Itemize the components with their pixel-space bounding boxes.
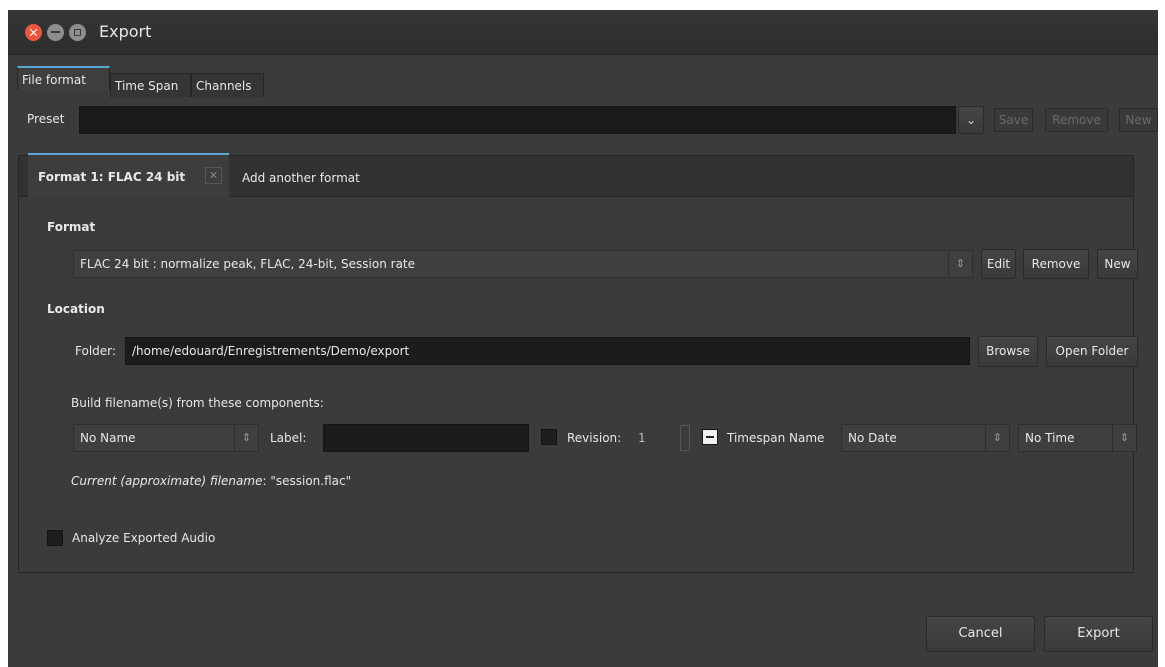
revision-value[interactable]: 1 (638, 431, 645, 445)
format-remove-button[interactable]: Remove (1023, 249, 1089, 279)
revision-spinner-icon[interactable] (680, 425, 690, 451)
folder-label: Folder: (75, 344, 116, 358)
revision-label: Revision: (567, 431, 622, 445)
tab-format-1[interactable]: Format 1: FLAC 24 bit ✕ (28, 153, 229, 197)
close-format-tab-icon[interactable]: ✕ (205, 167, 222, 184)
timespan-name-checkbox[interactable] (702, 429, 718, 445)
format-new-button[interactable]: New (1097, 249, 1138, 279)
current-filename-prefix: Current (approximate) filename (71, 474, 263, 488)
preset-new-button[interactable]: New (1119, 108, 1158, 132)
folder-path-input[interactable]: /home/edouard/Enregistrements/Demo/expor… (125, 337, 970, 365)
tab-add-another-format[interactable]: Add another format (242, 171, 360, 185)
preset-remove-button[interactable]: Remove (1045, 108, 1108, 132)
minimize-window-icon[interactable] (47, 24, 64, 41)
analyze-exported-audio-label: Analyze Exported Audio (72, 531, 216, 545)
select-chevron-icon: ⇕ (234, 425, 258, 451)
window-title: Export (99, 22, 152, 41)
preset-dropdown-chevron-icon[interactable]: ⌄ (958, 106, 984, 134)
title-bar: Export (8, 10, 1158, 55)
preset-save-button[interactable]: Save (994, 108, 1033, 132)
revision-checkbox[interactable] (541, 429, 557, 445)
select-chevron-icon: ⇕ (1112, 425, 1136, 451)
format-heading: Format (47, 220, 96, 234)
maximize-window-icon[interactable] (69, 24, 86, 41)
format-tab-label: Format 1: FLAC 24 bit (38, 170, 186, 184)
browse-button[interactable]: Browse (978, 336, 1038, 367)
format-select[interactable]: FLAC 24 bit : normalize peak, FLAC, 24-b… (73, 250, 973, 278)
timespan-name-label: Timespan Name (727, 431, 825, 445)
select-chevron-icon: ⇕ (948, 251, 972, 277)
current-filename-text: Current (approximate) filename: "session… (71, 474, 351, 488)
tab-channels[interactable]: Channels (191, 73, 264, 97)
name-component-select[interactable]: No Name ⇕ (73, 424, 259, 452)
time-format-value: No Time (1025, 431, 1075, 445)
date-format-select[interactable]: No Date ⇕ (841, 424, 1010, 452)
name-component-value: No Name (80, 431, 136, 445)
time-format-select[interactable]: No Time ⇕ (1018, 424, 1137, 452)
preset-input[interactable] (79, 106, 956, 134)
preset-label: Preset (27, 112, 65, 126)
export-button[interactable]: Export (1044, 616, 1153, 652)
tab-time-span[interactable]: Time Span (110, 73, 191, 97)
open-folder-button[interactable]: Open Folder (1046, 336, 1138, 367)
location-heading: Location (47, 302, 105, 316)
date-format-value: No Date (848, 431, 897, 445)
label-input[interactable] (323, 424, 529, 452)
build-filename-label: Build filename(s) from these components: (71, 396, 324, 410)
tab-file-format[interactable]: File format (17, 66, 110, 90)
close-window-icon[interactable] (25, 24, 42, 41)
format-edit-button[interactable]: Edit (981, 249, 1016, 279)
analyze-exported-audio-checkbox[interactable] (47, 530, 63, 546)
label-field-label: Label: (270, 431, 307, 445)
cancel-button[interactable]: Cancel (926, 616, 1035, 652)
select-chevron-icon: ⇕ (985, 425, 1009, 451)
format-select-value: FLAC 24 bit : normalize peak, FLAC, 24-b… (80, 257, 416, 271)
current-filename-value: : "session.flac" (262, 474, 352, 488)
